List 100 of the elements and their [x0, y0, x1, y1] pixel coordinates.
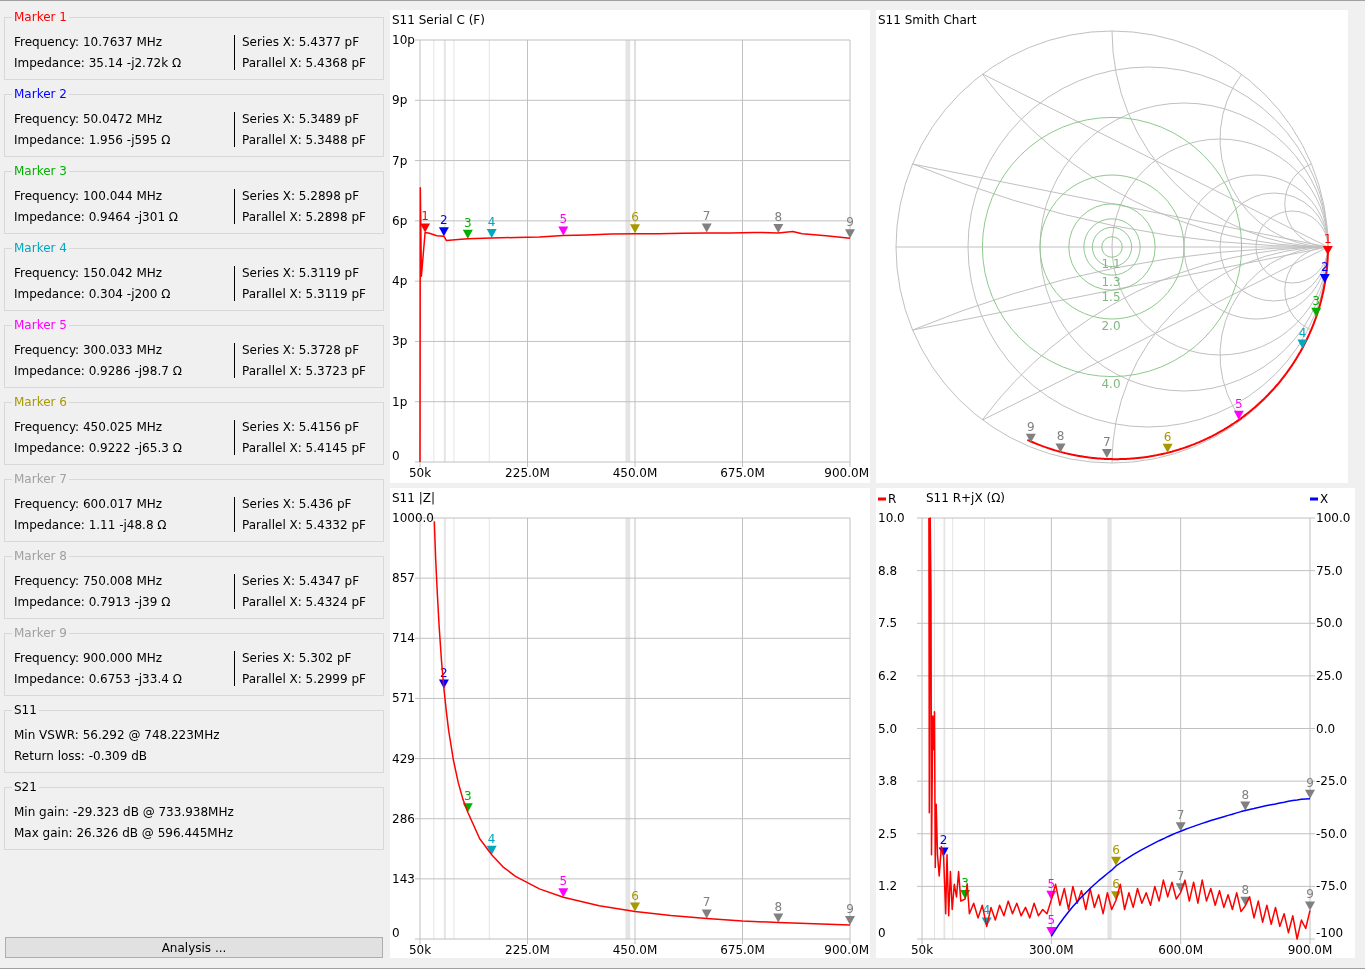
vswr-label: 4.0 — [1101, 376, 1121, 391]
marker-reading: Series X: 5.436 pF — [242, 496, 352, 513]
marker-number: 5 — [559, 874, 568, 889]
y-axis-label: 143 — [392, 871, 415, 886]
marker-number: 2 — [939, 833, 948, 848]
marker-reading: Series X: 5.2898 pF — [242, 188, 360, 205]
chart-title: S11 R+jX (Ω) — [926, 491, 1005, 505]
marker-reading: Impedance: 0.9464 -j301 Ω — [14, 209, 178, 226]
marker-reading: Impedance: 0.6753 -j33.4 Ω — [14, 671, 182, 688]
chart-title: S11 |Z| — [392, 491, 435, 505]
marker-reading: Parallel X: 5.3119 pF — [242, 286, 366, 303]
marker-number: 7 — [1103, 435, 1111, 450]
marker-title: Marker 3 — [13, 164, 68, 179]
y-axis-label: 1.2 — [878, 879, 898, 894]
y-axis-label: 0 — [878, 926, 886, 940]
x-axis-label: 450.0M — [612, 466, 658, 480]
x-axis-label: 50k — [408, 943, 432, 957]
marker-number: 7 — [1176, 869, 1185, 884]
marker-reading: Series X: 5.302 pF — [242, 650, 352, 667]
y-axis-label: 6p — [392, 213, 408, 228]
marker-number: 8 — [774, 899, 783, 914]
marker-number: 6 — [1112, 842, 1120, 857]
x-axis-label: 50k — [408, 466, 432, 480]
group-title: S21 — [13, 780, 38, 795]
y-axis-label: 2.5 — [878, 826, 898, 841]
y-axis-label: 6.2 — [878, 668, 898, 683]
marker-reading: Frequency: 150.042 MHz — [14, 265, 163, 282]
marker-number: 9 — [1306, 887, 1314, 902]
y-axis-label: 857 — [392, 571, 415, 586]
vswr-label: 1.5 — [1101, 290, 1121, 305]
y-axis-label: 1p — [392, 394, 408, 409]
marker-number: 5 — [1047, 876, 1056, 891]
marker-number: 8 — [1056, 429, 1065, 444]
marker-number: 3 — [463, 215, 472, 230]
marker-reading: Impedance: 1.956 -j595 Ω — [14, 132, 171, 149]
y-axis-label: 9p — [392, 93, 408, 108]
marker-number: 8 — [1241, 882, 1250, 897]
y-axis-label: 714 — [392, 631, 415, 646]
marker-reading: Impedance: 0.304 -j200 Ω — [14, 286, 171, 303]
y-axis-label: 50.0 — [1316, 616, 1343, 631]
marker-title: Marker 2 — [13, 87, 68, 102]
marker-number: 2 — [440, 213, 448, 228]
y-axis-label: 100.0 — [1316, 511, 1351, 525]
summary-reading: Return loss: -0.309 dB — [14, 748, 148, 765]
x-axis-label: 900.0M — [1287, 943, 1333, 957]
y-axis-label: -50.0 — [1316, 826, 1348, 841]
marker-reading: Frequency: 100.044 MHz — [14, 188, 163, 205]
marker-reading: Frequency: 300.033 MHz — [14, 342, 163, 359]
marker-number: 6 — [1112, 877, 1120, 892]
marker-title: Marker 4 — [13, 241, 68, 256]
marker-number: 6 — [631, 888, 639, 903]
marker-reading: Parallel X: 5.2898 pF — [242, 209, 366, 226]
legend-label: X — [1320, 492, 1329, 506]
marker-number: 9 — [846, 902, 854, 917]
marker-reading: Series X: 5.4347 pF — [242, 573, 360, 590]
marker-reading: Series X: 5.4156 pF — [242, 419, 360, 436]
analysis-button[interactable]: Analysis ... — [5, 937, 383, 958]
y-axis-label: 1000.0 — [392, 511, 434, 525]
marker-number: 6 — [1163, 429, 1172, 444]
x-axis-label: 450.0M — [612, 943, 658, 957]
marker-title: Marker 1 — [13, 10, 68, 25]
marker-number: 5 — [1047, 913, 1056, 928]
y-axis-label: -25.0 — [1316, 774, 1348, 789]
marker-number: 7 — [1176, 808, 1185, 823]
marker-title: Marker 8 — [13, 549, 68, 564]
marker-reading: Frequency: 900.000 MHz — [14, 650, 163, 667]
marker-reading: Frequency: 600.017 MHz — [14, 496, 163, 513]
marker-reading: Impedance: 0.7913 -j39 Ω — [14, 594, 171, 611]
marker-reading: Series X: 5.3489 pF — [242, 111, 360, 128]
x-axis-label: 50k — [910, 943, 934, 957]
x-axis-label: 225.0M — [505, 466, 550, 480]
marker-reading: Frequency: 10.7637 MHz — [14, 34, 163, 51]
marker-reading: Series X: 5.3119 pF — [242, 265, 360, 282]
x-axis-label: 300.0M — [1028, 943, 1074, 957]
marker-reading: Impedance: 0.9222 -j65.3 Ω — [14, 440, 182, 457]
y-axis-label: 0.0 — [1316, 721, 1336, 736]
x-axis-label: 900.0M — [824, 466, 869, 480]
y-axis-label: 75.0 — [1316, 563, 1343, 578]
marker-number: 3 — [1312, 293, 1320, 308]
marker-title: Marker 7 — [13, 472, 68, 487]
y-axis-label: 0 — [392, 449, 400, 463]
y-axis-label: 7.5 — [878, 616, 898, 631]
y-axis-label: 571 — [392, 691, 415, 706]
marker-reading: Impedance: 35.14 -j2.72k Ω — [14, 55, 182, 72]
marker-number: 3 — [961, 876, 969, 890]
marker-number: 9 — [1306, 775, 1314, 790]
marker-number: 9 — [846, 215, 854, 230]
marker-reading: Series X: 5.3728 pF — [242, 342, 360, 359]
marker-number: 5 — [1235, 396, 1243, 411]
marker-number: 5 — [559, 212, 568, 227]
marker-reading: Parallel X: 5.3488 pF — [242, 132, 366, 149]
marker-number: 4 — [982, 903, 991, 918]
marker-number: 1 — [1323, 231, 1332, 246]
y-axis-label: 3p — [392, 334, 408, 349]
marker-number: 4 — [1298, 325, 1307, 340]
summary-reading: Min gain: -29.323 dB @ 733.938MHz — [14, 804, 234, 821]
y-axis-label: 5.0 — [878, 721, 898, 736]
marker-reading: Parallel X: 5.4145 pF — [242, 440, 366, 457]
y-axis-label: 0 — [392, 926, 400, 940]
marker-number: 8 — [774, 209, 783, 224]
